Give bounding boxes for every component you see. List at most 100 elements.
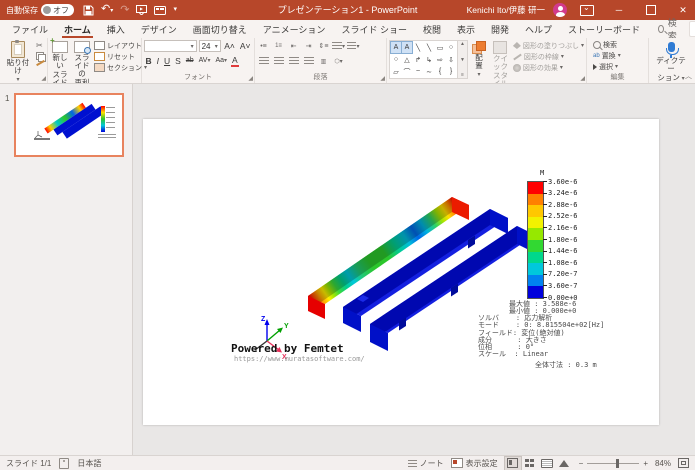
shape-outline-button[interactable]: 図形の枠線▾	[513, 52, 584, 61]
shapes-gallery-scrollbar[interactable]: ▲▼≡	[458, 40, 468, 79]
zoom-in-button[interactable]: +	[643, 459, 648, 468]
zoom-out-button[interactable]: −	[579, 459, 584, 468]
redo-icon[interactable]: ↷	[120, 4, 129, 16]
decrease-indent-button[interactable]: ⇤	[287, 40, 300, 52]
text-direction-button[interactable]: ▾	[332, 40, 345, 52]
shape-line-icon[interactable]: ╲	[413, 42, 423, 53]
reading-view-button[interactable]	[539, 457, 555, 470]
shape-parallelogram-icon[interactable]: ▱	[391, 66, 401, 77]
shape-elbow-connector-icon[interactable]: ↱	[413, 54, 423, 65]
align-text-button[interactable]: ▾	[347, 40, 360, 52]
shape-curve-icon[interactable]: ~	[413, 66, 423, 77]
change-case-button[interactable]: Aa▾	[214, 55, 229, 67]
shape-freeform-icon[interactable]: ∼	[424, 66, 434, 77]
shape-brace-right-icon[interactable]: }	[446, 66, 456, 77]
quick-styles-button[interactable]: クイック スタイル ▾	[490, 40, 511, 84]
slideshow-view-button[interactable]	[556, 457, 572, 470]
numbering-button[interactable]: 1≡	[272, 40, 285, 52]
line-spacing-button[interactable]: ⇕≡	[317, 40, 330, 52]
columns-button[interactable]: ▥	[317, 55, 330, 67]
tab-ファイル[interactable]: ファイル	[4, 20, 56, 38]
start-slideshow-icon[interactable]	[136, 5, 147, 15]
tab-表示[interactable]: 表示	[449, 20, 483, 38]
display-settings-button[interactable]: 表示設定	[451, 458, 498, 469]
undo-icon[interactable]: ↶▾	[101, 3, 113, 17]
slide-sorter-view-button[interactable]	[522, 457, 538, 470]
fit-slide-to-window-icon[interactable]	[678, 458, 689, 468]
justify-button[interactable]	[302, 55, 315, 67]
paste-button[interactable]: 貼り付け ▾	[2, 40, 34, 84]
strikethrough-button[interactable]: ab	[184, 55, 195, 67]
layout-button[interactable]: レイアウト▾	[94, 41, 147, 50]
tab-デザイン[interactable]: デザイン	[133, 20, 185, 38]
slide-thumbnail[interactable]	[14, 93, 124, 157]
shape-triangle-icon[interactable]: △	[402, 54, 412, 65]
text-shadow-button[interactable]: S	[174, 55, 183, 67]
zoom-level[interactable]: 84%	[655, 459, 671, 468]
shape-elbow-arrow-icon[interactable]: ↳	[424, 54, 434, 65]
tab-ホーム[interactable]: ホーム	[56, 20, 99, 38]
zoom-slider[interactable]	[587, 463, 639, 464]
tab-開発[interactable]: 開発	[483, 20, 517, 38]
avatar[interactable]	[553, 3, 567, 17]
maximize-icon[interactable]	[639, 0, 663, 20]
replace-button[interactable]: ab置換▾	[593, 51, 621, 60]
language-indicator[interactable]: 日本語	[77, 458, 101, 469]
save-icon[interactable]	[83, 5, 94, 16]
cut-icon[interactable]: ✂	[36, 41, 45, 50]
italic-button[interactable]: I	[155, 55, 160, 67]
select-button[interactable]: 選択▾	[593, 62, 618, 71]
character-spacing-button[interactable]: AV▾	[197, 55, 212, 67]
shape-line-arrow-icon[interactable]: ╲	[424, 42, 434, 53]
increase-font-size-button[interactable]: A˄	[223, 40, 237, 52]
shape-arrow-right-icon[interactable]: ⇨	[435, 54, 445, 65]
bold-button[interactable]: B	[144, 55, 153, 67]
dialog-launcher-icon[interactable]: ◢	[248, 75, 253, 82]
font-color-button[interactable]: A	[231, 56, 240, 67]
align-right-button[interactable]	[287, 55, 300, 67]
convert-smartart-button[interactable]: ⬡▾	[332, 55, 345, 67]
arrange-button[interactable]: 配置 ▾	[470, 40, 488, 80]
align-center-button[interactable]	[272, 55, 285, 67]
notes-button[interactable]: ノート	[408, 458, 444, 469]
dialog-launcher-icon[interactable]: ◢	[41, 75, 46, 82]
increase-indent-button[interactable]: ⇥	[302, 40, 315, 52]
autosave-toggle[interactable]: 自動保存 オフ	[6, 4, 74, 16]
shape-oval-icon[interactable]: ○	[446, 42, 456, 53]
align-left-button[interactable]	[257, 55, 270, 67]
font-name-combo[interactable]: ▾	[144, 40, 197, 52]
underline-button[interactable]: U	[163, 55, 172, 67]
customize-qat-icon[interactable]: ▾	[173, 4, 177, 16]
font-size-combo[interactable]: 24▾	[199, 40, 221, 52]
tab-スライド ショー[interactable]: スライド ショー	[333, 20, 415, 38]
tab-ヘルプ[interactable]: ヘルプ	[517, 20, 560, 38]
search-box[interactable]: 検索	[648, 20, 689, 38]
touch-mode-icon[interactable]	[154, 6, 166, 15]
share-button[interactable]: 共有	[689, 21, 695, 37]
reset-button[interactable]: リセット	[94, 52, 147, 61]
minimize-icon[interactable]: ─	[607, 0, 631, 20]
normal-view-button[interactable]	[505, 457, 521, 470]
account-name[interactable]: Kenichi Ito/伊藤 研一	[467, 4, 545, 16]
find-button[interactable]: 検索	[593, 40, 617, 49]
tab-校閲[interactable]: 校閲	[415, 20, 449, 38]
shape-circle-icon[interactable]: ○	[391, 54, 401, 65]
dialog-launcher-icon[interactable]: ◢	[380, 75, 385, 82]
shape-brace-left-icon[interactable]: {	[435, 66, 445, 77]
dialog-launcher-icon[interactable]: ◢	[580, 75, 585, 82]
ribbon-display-options-icon[interactable]	[575, 0, 599, 20]
shape-rectangle-icon[interactable]: ▭	[435, 42, 445, 53]
copy-icon[interactable]	[36, 52, 44, 60]
bullets-button[interactable]: •≡	[257, 40, 270, 52]
new-slide-button[interactable]: 新しい スライド ▾	[50, 40, 70, 84]
collapse-ribbon-icon[interactable]: ︿	[685, 71, 692, 81]
shape-vertical-text-box-icon[interactable]: A	[402, 42, 412, 53]
shape-fill-button[interactable]: 図形の塗りつぶし▾	[513, 41, 584, 50]
tab-画面切り替え[interactable]: 画面切り替え	[185, 20, 255, 38]
accessibility-icon[interactable]	[59, 458, 69, 469]
shape-text-box-icon[interactable]: A	[391, 42, 401, 53]
shape-arrow-down-icon[interactable]: ⇩	[446, 54, 456, 65]
slide-canvas[interactable]: Z Y X M 3.60e-63.24e-62.88e-62.52e-62.16…	[143, 119, 659, 425]
tab-アニメーション[interactable]: アニメーション	[255, 20, 334, 38]
section-button[interactable]: セクション▾	[94, 63, 147, 72]
